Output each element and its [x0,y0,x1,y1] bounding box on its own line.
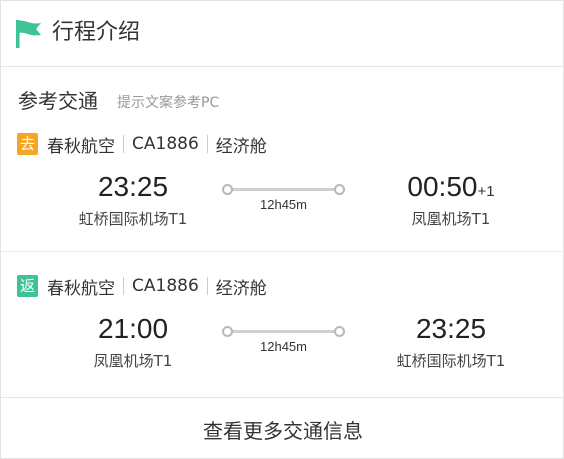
arrival-time: 00:50 [407,171,478,202]
airline-name: 春秋航空 [47,278,115,299]
next-day-indicator: +1 [477,183,495,200]
section-title: 参考交通 [18,89,98,113]
return-flight[interactable]: 返 春秋航空 CA1886 经济舱 21:00 凤凰机场T1 12h45m 23… [1,271,564,389]
arrival-time: 23:25 [415,313,487,344]
route-track [232,188,335,191]
route-line [222,326,345,338]
card-header: 行程介绍 [1,1,564,67]
route-end-dot [334,184,345,195]
divider [123,135,124,153]
flight-number: CA1886 [132,134,199,154]
flight-duration: 12h45m [260,197,307,212]
divider [206,135,208,153]
route-start-dot [222,184,233,195]
flight-info: 春秋航空 CA1886 经济舱 [47,273,267,299]
departure-airport: 凤凰机场T1 [93,352,173,370]
arrival-airport: 凤凰机场T1 [411,210,491,228]
route-line [222,184,345,196]
route-track [232,330,335,333]
return-badge: 返 [17,275,38,297]
outbound-badge: 去 [17,133,38,155]
divider [123,277,124,295]
route-start-dot [222,326,233,337]
route-end-dot [334,326,345,337]
flight-info: 春秋航空 CA1886 经济舱 [47,131,267,157]
page-title: 行程介绍 [52,20,141,45]
divider [206,277,208,295]
flag-icon [16,20,41,48]
divider [1,251,564,252]
section-hint: 提示文案参考PC [117,95,220,111]
departure-time: 21:00 [97,313,169,344]
arrival-airport: 虹桥国际机场T1 [396,352,506,370]
itinerary-card: 行程介绍 参考交通 提示文案参考PC 去 春秋航空 CA1886 经济舱 23:… [0,0,564,459]
cabin-class: 经济舱 [215,136,267,157]
arrival-time-wrap: 00:50+1 [371,169,531,210]
flight-number: CA1886 [132,276,199,296]
outbound-flight[interactable]: 去 春秋航空 CA1886 经济舱 23:25 虹桥国际机场T1 12h45m … [1,129,564,247]
departure-time: 23:25 [97,171,169,202]
more-transport-button[interactable]: 查看更多交通信息 [1,397,564,459]
cabin-class: 经济舱 [215,278,267,299]
departure-airport: 虹桥国际机场T1 [78,210,188,228]
flight-duration: 12h45m [260,339,307,354]
airline-name: 春秋航空 [47,136,115,157]
